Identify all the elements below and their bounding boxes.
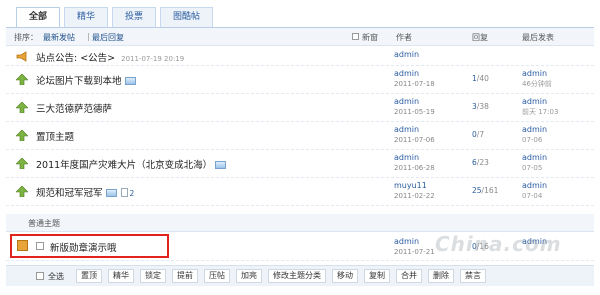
highlight-box <box>10 234 169 258</box>
thread-row: 规范和冠军冠军 2 muyu11 2011-02-22 25/161 admin 07… <box>6 178 594 206</box>
last-post-time[interactable]: 46分钟前 <box>522 79 552 89</box>
pinned-up-arrow-icon <box>16 130 28 141</box>
delete-button[interactable]: 删除 <box>428 269 454 283</box>
digest-button[interactable]: 精华 <box>108 269 134 283</box>
edit-category-button[interactable]: 修改主题分类 <box>268 269 326 283</box>
pinned-up-arrow-icon <box>16 102 28 113</box>
pinned-up-arrow-icon <box>16 186 28 197</box>
copy-button[interactable]: 复制 <box>364 269 390 283</box>
view-count: 7 <box>479 130 485 139</box>
megaphone-icon <box>16 51 27 62</box>
section-label: 普通主题 <box>28 219 60 228</box>
last-post-time[interactable]: 07-06 <box>522 135 547 145</box>
image-attachment-icon <box>105 189 117 197</box>
thread-date: 2011-07-06 <box>394 136 435 144</box>
thread-author[interactable]: admin <box>394 125 435 135</box>
announcement-title[interactable]: 站点公告: <公告> <box>36 53 115 64</box>
view-count: 40 <box>479 74 489 83</box>
pin-button[interactable]: 置顶 <box>76 269 102 283</box>
thread-date: 2011-06-28 <box>394 164 435 172</box>
view-count: 23 <box>479 158 489 167</box>
tab-digest[interactable]: 精华 <box>64 7 109 27</box>
new-window-label: 新窗 <box>362 33 378 42</box>
last-poster[interactable]: admin <box>522 97 558 107</box>
last-poster[interactable]: admin <box>522 181 547 191</box>
tab-all[interactable]: 全部 <box>16 7 61 28</box>
reply-count: 25 <box>472 186 482 195</box>
sort-last-reply-link[interactable]: 最后回复 <box>92 32 124 43</box>
thread-row: 2011年度国产灾难大片（北京变成北海） admin 2011-06-28 6/2… <box>6 150 594 178</box>
sort-separator: | <box>87 32 90 41</box>
watermark-logo: China.com <box>435 232 562 256</box>
thread-author[interactable]: admin <box>394 69 435 79</box>
view-count: 161 <box>484 186 499 195</box>
announcement-row: 站点公告: <公告> 2011-07-19 20:19 admin <box>6 46 594 66</box>
thread-row: 置顶主题 admin 2011-07-06 0/7 admin 07-06 <box>6 122 594 150</box>
thread-title[interactable]: 置顶主题 <box>36 132 74 143</box>
last-post-time[interactable]: 07-05 <box>522 163 547 173</box>
announcement-author[interactable]: admin <box>394 50 419 60</box>
sort-label: 排序： <box>14 33 38 42</box>
new-window-checkbox[interactable] <box>352 33 359 40</box>
thread-title[interactable]: 规范和冠军冠军 <box>36 188 103 199</box>
thread-author[interactable]: admin <box>394 153 435 163</box>
sort-newest-link[interactable]: 最新发帖 <box>43 32 75 43</box>
moderation-toolbar: 全选 置顶 精华 锁定 提前 压帖 加亮 修改主题分类 移动 复制 合并 删除 … <box>6 265 594 286</box>
bump-button[interactable]: 提前 <box>172 269 198 283</box>
select-all-checkbox[interactable] <box>36 272 44 280</box>
normal-threads-section: 普通主题 <box>6 214 594 232</box>
thread-date: 2011-07-21 <box>394 248 435 256</box>
column-author: 作者 <box>396 33 412 42</box>
last-poster[interactable]: admin <box>522 153 547 163</box>
thread-author[interactable]: admin <box>394 97 435 107</box>
thread-date: 2011-05-19 <box>394 108 435 116</box>
move-button[interactable]: 移动 <box>332 269 358 283</box>
thread-row: 论坛图片下载到本地 admin 2011-07-18 1/40 admin 46分钟… <box>6 66 594 94</box>
thread-title[interactable]: 三大范德萨范德萨 <box>36 104 112 115</box>
image-attachment-icon <box>215 161 227 169</box>
pinned-up-arrow-icon <box>16 74 28 85</box>
lock-button[interactable]: 锁定 <box>140 269 166 283</box>
select-all-label[interactable]: 全选 <box>48 271 64 282</box>
merge-button[interactable]: 合并 <box>396 269 422 283</box>
thread-author[interactable]: muyu11 <box>394 181 435 191</box>
pinned-up-arrow-icon <box>16 158 28 169</box>
image-attachment-icon <box>124 77 136 85</box>
ban-button[interactable]: 禁言 <box>460 269 486 283</box>
last-poster[interactable]: admin <box>522 125 547 135</box>
view-count: 38 <box>479 102 489 111</box>
thread-date: 2011-02-22 <box>394 192 435 200</box>
announcement-date: 2011-07-19 20:19 <box>121 55 185 63</box>
highlight-button[interactable]: 加亮 <box>236 269 262 283</box>
multi-page-icon <box>120 188 128 197</box>
page-link[interactable]: 2 <box>130 189 135 198</box>
thread-title[interactable]: 2011年度国产灾难大片（北京变成北海） <box>36 160 212 171</box>
last-post-time[interactable]: 07-04 <box>522 191 547 201</box>
tab-poll[interactable]: 投票 <box>112 7 157 27</box>
sink-button[interactable]: 压帖 <box>204 269 230 283</box>
tab-image-posts[interactable]: 图酷帖 <box>160 7 214 27</box>
thread-title[interactable]: 论坛图片下载到本地 <box>36 76 122 87</box>
thread-row: 三大范德萨范德萨 admin 2011-05-19 3/38 admin 前天 17… <box>6 94 594 122</box>
column-replies: 回复 <box>472 33 488 42</box>
last-post-time[interactable]: 前天 17:03 <box>522 107 558 117</box>
column-last-post: 最后发表 <box>522 33 554 42</box>
thread-date: 2011-07-18 <box>394 80 435 88</box>
list-header: 排序： 最新发帖 | 最后回复 新窗 作者 回复 最后发表 <box>6 28 594 46</box>
thread-author[interactable]: admin <box>394 237 435 247</box>
thread-filter-tabs: 全部 精华 投票 图酷帖 <box>16 7 217 28</box>
last-poster[interactable]: admin <box>522 69 552 79</box>
